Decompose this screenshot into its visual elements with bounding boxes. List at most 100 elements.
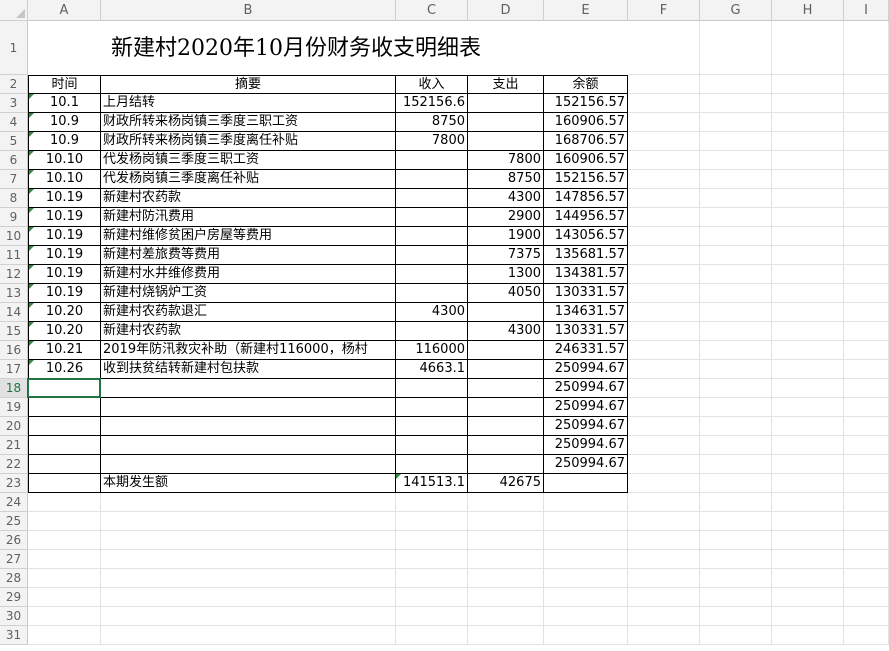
cell-B29[interactable] xyxy=(101,588,396,607)
column-header-A[interactable]: A xyxy=(28,0,101,21)
expense-cell[interactable]: 4050 xyxy=(468,284,544,303)
select-all-corner[interactable] xyxy=(0,0,28,21)
row-header-7[interactable]: 7 xyxy=(0,170,28,189)
cell-F28[interactable] xyxy=(628,569,700,588)
balance-cell[interactable]: 160906.57 xyxy=(544,151,628,170)
column-header-D[interactable]: D xyxy=(468,0,544,21)
cell-H9[interactable] xyxy=(772,208,844,227)
row-header-4[interactable]: 4 xyxy=(0,113,28,132)
date-cell[interactable]: 10.19 xyxy=(28,284,101,303)
cell-E28[interactable] xyxy=(544,569,628,588)
date-cell[interactable] xyxy=(28,417,101,436)
cell-D24[interactable] xyxy=(468,493,544,512)
cell-G2[interactable] xyxy=(700,75,772,94)
cell-A30[interactable] xyxy=(28,607,101,626)
cell-H1[interactable] xyxy=(772,21,844,75)
cell-G30[interactable] xyxy=(700,607,772,626)
cell-A28[interactable] xyxy=(28,569,101,588)
row-header-1[interactable]: 1 xyxy=(0,21,28,75)
row-header-24[interactable]: 24 xyxy=(0,493,28,512)
cell-F23[interactable] xyxy=(628,474,700,493)
cell-F4[interactable] xyxy=(628,113,700,132)
cell-C28[interactable] xyxy=(396,569,468,588)
balance-cell[interactable]: 134631.57 xyxy=(544,303,628,322)
cell-F25[interactable] xyxy=(628,512,700,531)
cell-G15[interactable] xyxy=(700,322,772,341)
expense-cell[interactable] xyxy=(468,113,544,132)
cell-A25[interactable] xyxy=(28,512,101,531)
row-header-21[interactable]: 21 xyxy=(0,436,28,455)
income-cell[interactable]: 116000 xyxy=(396,341,468,360)
summary-cell[interactable]: 收到扶贫结转新建村包扶款 xyxy=(101,360,396,379)
cell-D31[interactable] xyxy=(468,626,544,645)
balance-cell[interactable]: 250994.67 xyxy=(544,398,628,417)
row-header-18[interactable]: 18 xyxy=(0,379,28,398)
expense-cell[interactable] xyxy=(468,398,544,417)
cell-C24[interactable] xyxy=(396,493,468,512)
cell-E27[interactable] xyxy=(544,550,628,569)
cell-I20[interactable] xyxy=(844,417,889,436)
income-cell[interactable] xyxy=(396,189,468,208)
row-header-23[interactable]: 23 xyxy=(0,474,28,493)
cell-G14[interactable] xyxy=(700,303,772,322)
expense-cell[interactable]: 4300 xyxy=(468,322,544,341)
cell-F24[interactable] xyxy=(628,493,700,512)
row-header-12[interactable]: 12 xyxy=(0,265,28,284)
cell-I14[interactable] xyxy=(844,303,889,322)
cell-F2[interactable] xyxy=(628,75,700,94)
cell-I4[interactable] xyxy=(844,113,889,132)
income-cell[interactable] xyxy=(396,227,468,246)
cell-I7[interactable] xyxy=(844,170,889,189)
cell-G10[interactable] xyxy=(700,227,772,246)
cell-F13[interactable] xyxy=(628,284,700,303)
cell-I15[interactable] xyxy=(844,322,889,341)
balance-cell[interactable]: 246331.57 xyxy=(544,341,628,360)
cell-F9[interactable] xyxy=(628,208,700,227)
header-date[interactable]: 时间 xyxy=(28,75,101,94)
cell-F31[interactable] xyxy=(628,626,700,645)
cell-F19[interactable] xyxy=(628,398,700,417)
cell-C25[interactable] xyxy=(396,512,468,531)
cell-G17[interactable] xyxy=(700,360,772,379)
summary-cell[interactable]: 财政所转来杨岗镇三季度三职工资 xyxy=(101,113,396,132)
cell-G22[interactable] xyxy=(700,455,772,474)
income-cell[interactable] xyxy=(396,417,468,436)
expense-cell[interactable] xyxy=(468,132,544,151)
row-header-27[interactable]: 27 xyxy=(0,550,28,569)
cell-H29[interactable] xyxy=(772,588,844,607)
cell-H12[interactable] xyxy=(772,265,844,284)
cell-I27[interactable] xyxy=(844,550,889,569)
balance-cell[interactable]: 250994.67 xyxy=(544,360,628,379)
income-cell[interactable] xyxy=(396,436,468,455)
cell-G9[interactable] xyxy=(700,208,772,227)
cell-F17[interactable] xyxy=(628,360,700,379)
expense-cell[interactable]: 4300 xyxy=(468,189,544,208)
cell-F1[interactable] xyxy=(628,21,700,75)
summary-cell[interactable]: 新建村水井维修费用 xyxy=(101,265,396,284)
row-header-10[interactable]: 10 xyxy=(0,227,28,246)
summary-cell[interactable] xyxy=(101,436,396,455)
balance-cell[interactable]: 143056.57 xyxy=(544,227,628,246)
cell-G27[interactable] xyxy=(700,550,772,569)
cell-F11[interactable] xyxy=(628,246,700,265)
row-header-30[interactable]: 30 xyxy=(0,607,28,626)
column-header-H[interactable]: H xyxy=(772,0,844,21)
balance-cell[interactable]: 134381.57 xyxy=(544,265,628,284)
income-cell[interactable]: 4663.1 xyxy=(396,360,468,379)
cell-H21[interactable] xyxy=(772,436,844,455)
row-header-26[interactable]: 26 xyxy=(0,531,28,550)
cell-F20[interactable] xyxy=(628,417,700,436)
balance-cell[interactable]: 130331.57 xyxy=(544,322,628,341)
cell-D26[interactable] xyxy=(468,531,544,550)
expense-cell[interactable]: 2900 xyxy=(468,208,544,227)
balance-cell[interactable]: 250994.67 xyxy=(544,455,628,474)
row-header-8[interactable]: 8 xyxy=(0,189,28,208)
cell-I8[interactable] xyxy=(844,189,889,208)
cell-E24[interactable] xyxy=(544,493,628,512)
cell-E29[interactable] xyxy=(544,588,628,607)
cell-G26[interactable] xyxy=(700,531,772,550)
cell-H10[interactable] xyxy=(772,227,844,246)
cell-B30[interactable] xyxy=(101,607,396,626)
date-cell[interactable]: 10.19 xyxy=(28,227,101,246)
cell-F14[interactable] xyxy=(628,303,700,322)
